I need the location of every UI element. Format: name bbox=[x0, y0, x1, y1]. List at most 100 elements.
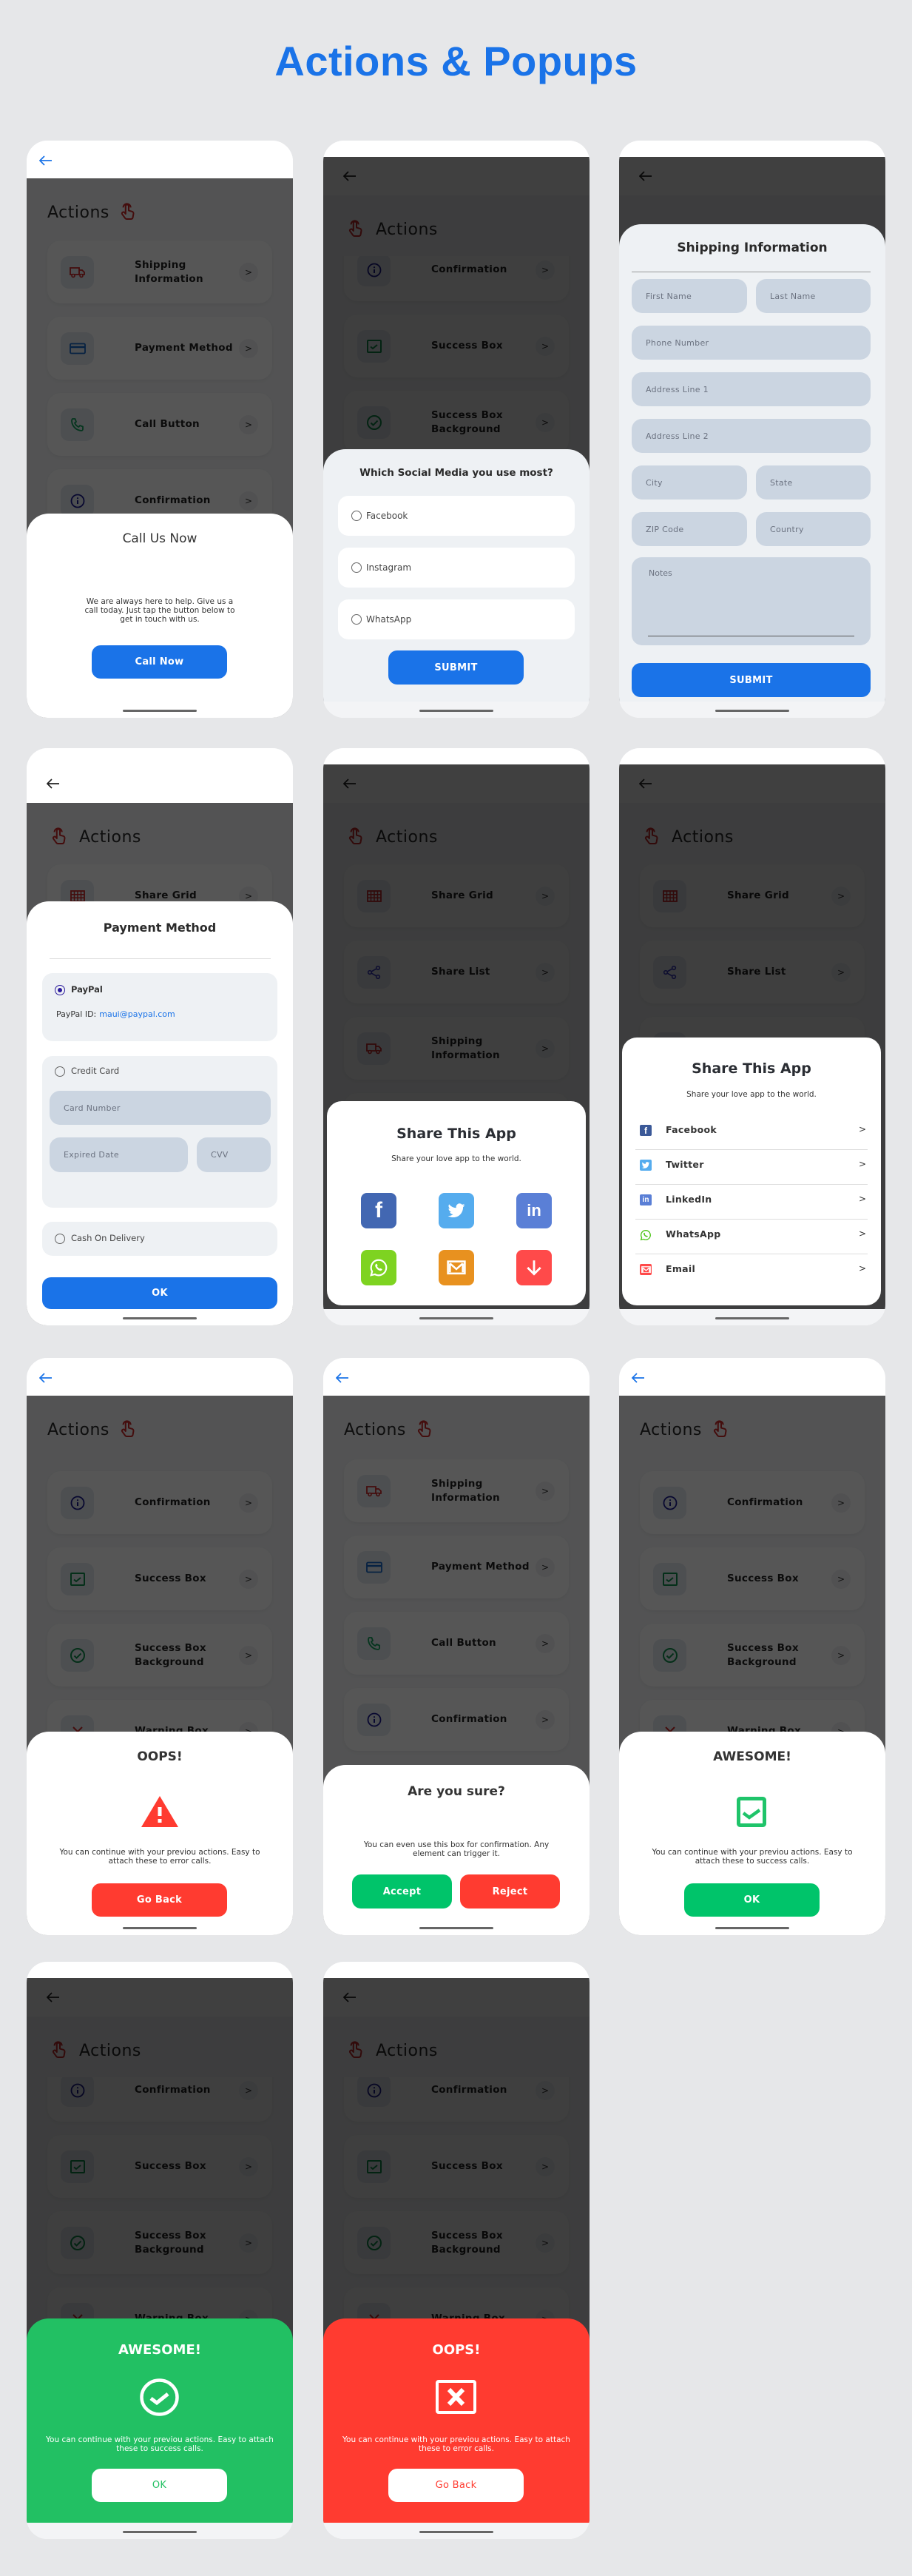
phone-screen-success-bg: ActionsConfirmation>Success Box>Success … bbox=[27, 1962, 293, 2539]
sheet-title: Shipping Information bbox=[677, 241, 828, 255]
chevron-right-icon: > bbox=[859, 1124, 867, 1134]
phone-screen-share-list: ActionsShare Grid>Share List>Share This … bbox=[619, 748, 885, 1325]
radio-button[interactable] bbox=[351, 511, 362, 521]
credit-card-label: Credit Card bbox=[71, 1066, 120, 1076]
sheet-body: You can continue with your previou actio… bbox=[46, 2435, 274, 2453]
cash-on-delivery-option[interactable]: Cash On Delivery bbox=[42, 1222, 277, 1256]
email-icon bbox=[640, 1264, 652, 1275]
linkedin-share-button[interactable]: in bbox=[516, 1193, 552, 1228]
chevron-right-icon: > bbox=[859, 1159, 867, 1169]
download-share-button[interactable] bbox=[516, 1250, 552, 1285]
phone-screen-share-grid: ActionsShare Grid>Share List>Shipping In… bbox=[323, 748, 590, 1325]
divider bbox=[635, 1149, 868, 1150]
back-button[interactable] bbox=[44, 776, 62, 791]
sheet-title: Call Us Now bbox=[122, 531, 197, 546]
paypal-label: PayPal bbox=[71, 984, 103, 995]
radio-button[interactable] bbox=[351, 562, 362, 573]
survey-option[interactable]: WhatsApp bbox=[338, 599, 575, 639]
first-name-field[interactable]: First Name bbox=[632, 279, 747, 313]
cvv-field[interactable]: CVV bbox=[197, 1137, 271, 1172]
share-list-item[interactable]: Email > bbox=[635, 1258, 868, 1282]
phone-field[interactable]: Phone Number bbox=[632, 326, 871, 360]
submit-button[interactable]: SUBMIT bbox=[632, 663, 871, 697]
call-now-button[interactable]: Call Now bbox=[92, 645, 227, 679]
city-field[interactable]: City bbox=[632, 465, 747, 500]
home-indicator bbox=[123, 2531, 197, 2533]
sheet-title: OOPS! bbox=[137, 1749, 183, 1764]
cash-on-delivery-label: Cash On Delivery bbox=[71, 1233, 145, 1243]
whatsapp-share-button[interactable] bbox=[361, 1250, 396, 1285]
notes-placeholder: Notes bbox=[649, 568, 672, 578]
survey-option-label: WhatsApp bbox=[366, 614, 412, 625]
notes-textarea[interactable]: Notes bbox=[632, 557, 871, 645]
chevron-right-icon: > bbox=[859, 1228, 867, 1239]
app-header bbox=[27, 141, 293, 178]
share-list-item-label: Twitter bbox=[666, 1159, 704, 1170]
sheet-title: Share This App bbox=[396, 1126, 516, 1142]
back-button[interactable] bbox=[629, 1371, 647, 1385]
submit-button[interactable]: SUBMIT bbox=[388, 650, 524, 685]
facebook-share-button[interactable]: f bbox=[361, 1193, 396, 1228]
phone-screen-confirm: ActionsShipping Information>Payment Meth… bbox=[323, 1358, 590, 1935]
back-button[interactable] bbox=[334, 1371, 351, 1385]
home-indicator bbox=[715, 1927, 789, 1929]
survey-sheet: Which Social Media you use most? Facebook… bbox=[323, 449, 590, 702]
app-header bbox=[27, 1358, 293, 1396]
payment-method-sheet: Payment Method PayPal PayPal ID: maui@paypa… bbox=[27, 901, 293, 1325]
email-share-button[interactable] bbox=[439, 1250, 474, 1285]
ok-button[interactable]: OK bbox=[42, 1277, 277, 1309]
status-bar bbox=[27, 1962, 293, 1978]
twitter-share-button[interactable] bbox=[439, 1193, 474, 1228]
reject-button[interactable]: Reject bbox=[460, 1874, 560, 1909]
go-back-button[interactable]: Go Back bbox=[388, 2469, 524, 2502]
phone-screen-payment: ActionsShare Grid>Payment MethodPayPalPa… bbox=[27, 748, 293, 1325]
share-list-item[interactable]: WhatsApp > bbox=[635, 1223, 868, 1247]
phone-screen-success: ActionsConfirmation>Success Box>Success … bbox=[619, 1358, 885, 1935]
phone-screen-call: ActionsShipping Information>Payment Meth… bbox=[27, 141, 293, 718]
ok-button[interactable]: OK bbox=[684, 1883, 820, 1917]
survey-option[interactable]: Instagram bbox=[338, 548, 575, 588]
check-circle-icon bbox=[140, 2378, 179, 2419]
paypal-id-label: PayPal ID: bbox=[56, 1009, 97, 1019]
address1-field[interactable]: Address Line 1 bbox=[632, 372, 871, 406]
radio-button[interactable] bbox=[351, 614, 362, 625]
back-button[interactable] bbox=[37, 153, 55, 168]
go-back-button[interactable]: Go Back bbox=[92, 1883, 227, 1917]
status-bar bbox=[619, 748, 885, 764]
error-colored-sheet: OOPS! You can continue with your previou … bbox=[323, 2318, 590, 2523]
paypal-option[interactable]: PayPal PayPal ID: maui@paypal.com bbox=[42, 973, 277, 1041]
ok-button[interactable]: OK bbox=[92, 2469, 227, 2502]
card-number-field[interactable]: Card Number bbox=[50, 1091, 271, 1125]
radio-button[interactable] bbox=[55, 1234, 65, 1244]
state-field[interactable]: State bbox=[756, 465, 871, 500]
zip-field[interactable]: ZIP Code bbox=[632, 512, 747, 546]
phone-screen-survey: ActionsConfirmation>Success Box>Success … bbox=[323, 141, 590, 718]
survey-option[interactable]: Facebook bbox=[338, 496, 575, 536]
share-list-item[interactable]: f Facebook > bbox=[635, 1119, 868, 1143]
survey-option-label: Instagram bbox=[366, 562, 412, 573]
radio-button[interactable] bbox=[55, 1066, 65, 1077]
share-list-item[interactable]: Twitter > bbox=[635, 1154, 868, 1177]
paypal-id-link[interactable]: maui@paypal.com bbox=[99, 1009, 175, 1019]
chevron-right-icon: > bbox=[859, 1194, 867, 1204]
linkedin-icon: in bbox=[640, 1194, 652, 1205]
radio-button-selected[interactable] bbox=[55, 985, 65, 995]
last-name-field[interactable]: Last Name bbox=[756, 279, 871, 313]
share-list-item[interactable]: in LinkedIn > bbox=[635, 1188, 868, 1212]
sheet-body: You can continue with your previou actio… bbox=[59, 1848, 260, 1866]
phone-screen-shipping: Shipping Information First Name Last Name P… bbox=[619, 141, 885, 718]
country-field[interactable]: Country bbox=[756, 512, 871, 546]
credit-card-option[interactable]: Credit Card Card Number Expired Date CVV bbox=[42, 1056, 277, 1208]
home-indicator bbox=[715, 710, 789, 712]
page-title: Actions & Popups bbox=[274, 38, 638, 84]
share-list-item-label: LinkedIn bbox=[666, 1194, 712, 1205]
address2-field[interactable]: Address Line 2 bbox=[632, 419, 871, 453]
home-indicator bbox=[123, 1317, 197, 1319]
home-indicator bbox=[419, 710, 493, 712]
phone-screen-error-bg: ActionsConfirmation>Success Box>Success … bbox=[323, 1962, 590, 2539]
accept-button[interactable]: Accept bbox=[352, 1874, 452, 1909]
home-indicator bbox=[419, 1927, 493, 1929]
sheet-body: You can continue with your previou actio… bbox=[652, 1848, 853, 1866]
back-button[interactable] bbox=[37, 1371, 55, 1385]
expired-date-field[interactable]: Expired Date bbox=[50, 1137, 188, 1172]
